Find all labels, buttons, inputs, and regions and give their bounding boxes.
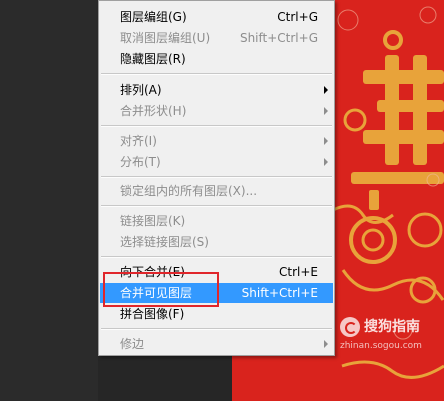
submenu-arrow-icon: [324, 158, 328, 166]
menu-item-select-linked-layers[interactable]: 选择链接图层(S): [100, 232, 333, 252]
menu-separator: [101, 328, 332, 330]
menu-item-label: 隐藏图层(R): [120, 52, 186, 66]
menu-separator: [101, 125, 332, 127]
menu-item-shortcut: Ctrl+E: [279, 265, 318, 279]
artwork-canvas-lower: [232, 356, 444, 401]
menu-separator: [101, 73, 332, 75]
menu-item-distribute[interactable]: 分布(T): [100, 152, 333, 172]
menu-separator: [101, 205, 332, 207]
watermark: 搜狗指南 zhinan.sogou.com: [340, 314, 444, 354]
sogou-logo-icon: [340, 317, 360, 337]
canvas-background: [0, 0, 98, 401]
menu-item-lock-all-layers[interactable]: 锁定组内的所有图层(X)...: [100, 181, 333, 201]
submenu-arrow-icon: [324, 137, 328, 145]
menu-item-label: 对齐(I): [120, 134, 157, 148]
menu-item-arrange[interactable]: 排列(A): [100, 80, 333, 100]
menu-item-label: 锁定组内的所有图层(X)...: [120, 184, 258, 198]
menu-item-align[interactable]: 对齐(I): [100, 131, 333, 151]
menu-item-ungroup-layers[interactable]: 取消图层编组(U) Shift+Ctrl+G: [100, 28, 333, 48]
menu-item-label: 拼合图像(F): [120, 307, 185, 321]
canvas-background-bottom: [98, 356, 233, 401]
menu-item-combine-shapes[interactable]: 合并形状(H): [100, 101, 333, 121]
menu-item-shortcut: Shift+Ctrl+E: [241, 286, 318, 300]
menu-item-flatten-image[interactable]: 拼合图像(F): [100, 304, 333, 324]
annotation-highlight-box: [103, 272, 219, 307]
menu-item-label: 取消图层编组(U): [120, 31, 211, 45]
menu-item-label: 合并形状(H): [120, 104, 187, 118]
menu-item-shortcut: Shift+Ctrl+G: [239, 31, 318, 45]
menu-item-label: 分布(T): [120, 155, 161, 169]
menu-separator: [101, 256, 332, 258]
menu-item-label: 修边: [120, 337, 145, 351]
menu-item-label: 排列(A): [120, 83, 162, 97]
submenu-arrow-icon: [324, 107, 328, 115]
menu-item-label: 图层编组(G): [120, 10, 187, 24]
menu-item-label: 选择链接图层(S): [120, 235, 209, 249]
menu-separator: [101, 176, 332, 178]
menu-item-shortcut: Ctrl+G: [277, 10, 318, 24]
submenu-arrow-icon: [324, 86, 328, 94]
menu-item-link-layers[interactable]: 链接图层(K): [100, 211, 333, 231]
submenu-arrow-icon: [324, 340, 328, 348]
menu-item-label: 链接图层(K): [120, 214, 186, 228]
menu-item-matting[interactable]: 修边: [100, 334, 333, 354]
menu-item-hide-layers[interactable]: 隐藏图层(R): [100, 49, 333, 69]
watermark-url: zhinan.sogou.com: [340, 341, 422, 351]
watermark-name: 搜狗指南: [364, 319, 420, 335]
menu-item-group-layers[interactable]: 图层编组(G) Ctrl+G: [100, 7, 333, 27]
